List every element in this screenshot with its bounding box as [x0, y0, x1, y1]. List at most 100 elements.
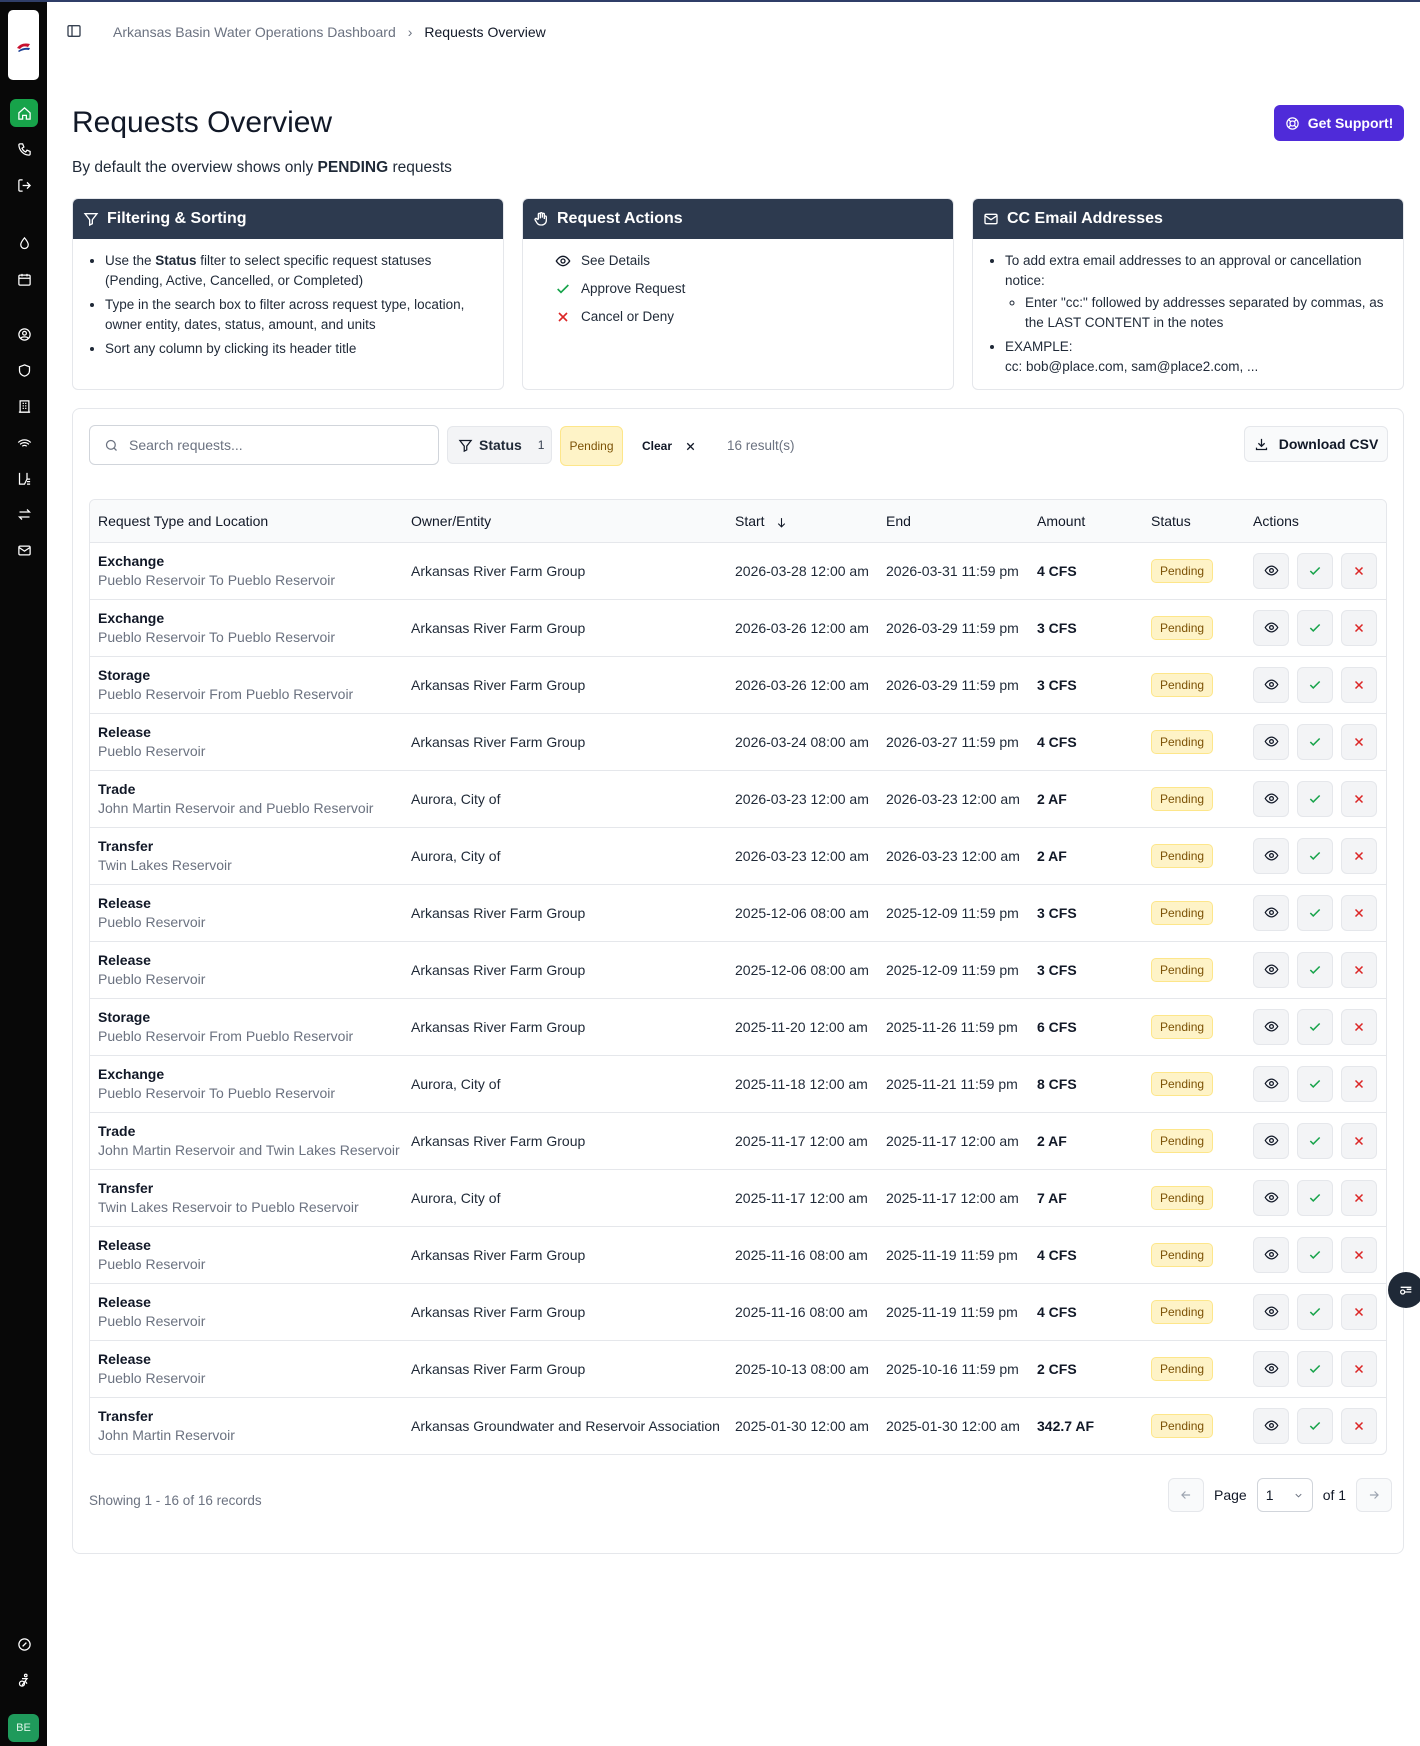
- see-details-button[interactable]: [1253, 1407, 1289, 1444]
- column-header-status[interactable]: Status: [1143, 500, 1245, 543]
- calendar-icon[interactable]: [10, 265, 38, 293]
- approve-button[interactable]: [1297, 1122, 1333, 1159]
- table-row: Exchange Pueblo Reservoir To Pueblo Reser…: [90, 1055, 1386, 1112]
- column-header-owner[interactable]: Owner/Entity: [403, 500, 727, 543]
- cell-end: 2025-10-16 11:59 pm: [886, 1360, 1019, 1377]
- approve-button[interactable]: [1297, 552, 1333, 589]
- floating-menu-button[interactable]: [1388, 1272, 1420, 1308]
- previous-page-button[interactable]: [1168, 1478, 1204, 1512]
- accessibility-icon[interactable]: [10, 1666, 38, 1694]
- signal-icon[interactable]: [10, 428, 38, 456]
- approve-button[interactable]: [1297, 951, 1333, 988]
- x-icon: [1352, 1362, 1366, 1376]
- approve-button[interactable]: [1297, 1293, 1333, 1330]
- clear-filters-button[interactable]: Clear: [642, 426, 697, 466]
- see-details-button[interactable]: [1253, 894, 1289, 931]
- see-details-button[interactable]: [1253, 1293, 1289, 1330]
- deny-button[interactable]: [1341, 894, 1377, 931]
- deny-button[interactable]: [1341, 666, 1377, 703]
- deny-button[interactable]: [1341, 1065, 1377, 1102]
- see-details-button[interactable]: [1253, 552, 1289, 589]
- transfer-arrows-icon[interactable]: [10, 500, 38, 528]
- deny-button[interactable]: [1341, 837, 1377, 874]
- deny-button[interactable]: [1341, 1236, 1377, 1273]
- see-details-button[interactable]: [1253, 666, 1289, 703]
- next-page-button[interactable]: [1356, 1478, 1393, 1512]
- see-details-button[interactable]: [1253, 1236, 1289, 1273]
- sidebar-toggle-icon[interactable]: [66, 23, 82, 39]
- approve-button[interactable]: [1297, 666, 1333, 703]
- status-filter-count: 1: [537, 438, 545, 452]
- approve-button[interactable]: [1297, 1065, 1333, 1102]
- download-csv-button[interactable]: Download CSV: [1244, 426, 1388, 462]
- deny-button[interactable]: [1341, 1350, 1377, 1387]
- x-icon: [1352, 564, 1366, 578]
- see-details-button[interactable]: [1253, 951, 1289, 988]
- cell-status: Pending: [1143, 1169, 1245, 1226]
- breadcrumb-parent-link[interactable]: Arkansas Basin Water Operations Dashboar…: [113, 24, 396, 40]
- cell-start: 2026-03-26 12:00 am: [735, 676, 869, 693]
- column-header-amount[interactable]: Amount: [1029, 500, 1143, 543]
- pending-filter-chip[interactable]: Pending: [560, 426, 623, 466]
- see-details-button[interactable]: [1253, 1008, 1289, 1045]
- deny-button[interactable]: [1341, 1179, 1377, 1216]
- shield-icon[interactable]: [10, 356, 38, 384]
- request-location: Pueblo Reservoir To Pueblo Reservoir: [98, 629, 336, 645]
- user-circle-icon[interactable]: [10, 320, 38, 348]
- see-details-button[interactable]: [1253, 1179, 1289, 1216]
- see-details-button[interactable]: [1253, 1350, 1289, 1387]
- user-avatar[interactable]: BE: [8, 1714, 39, 1742]
- approve-button[interactable]: [1297, 894, 1333, 931]
- phone-icon[interactable]: [10, 135, 38, 163]
- column-header-start[interactable]: Start: [727, 500, 878, 543]
- status-badge: Pending: [1151, 1299, 1214, 1324]
- deny-button[interactable]: [1341, 1293, 1377, 1330]
- deny-button[interactable]: [1341, 780, 1377, 817]
- cell-owner: Arkansas River Farm Group: [411, 1246, 586, 1263]
- mail-icon[interactable]: [10, 536, 38, 564]
- approve-button[interactable]: [1297, 1236, 1333, 1273]
- approve-button[interactable]: [1297, 1350, 1333, 1387]
- see-details-button[interactable]: [1253, 1065, 1289, 1102]
- approve-button[interactable]: [1297, 1008, 1333, 1045]
- request-type: Storage: [98, 667, 151, 683]
- approve-button[interactable]: [1297, 609, 1333, 646]
- column-header-type[interactable]: Request Type and Location: [90, 500, 403, 543]
- help-circle-icon[interactable]: [10, 1630, 38, 1658]
- see-details-button[interactable]: [1253, 723, 1289, 760]
- see-details-button[interactable]: [1253, 609, 1289, 646]
- status-filter-button[interactable]: Status 1: [447, 426, 552, 464]
- approve-button[interactable]: [1297, 837, 1333, 874]
- building-icon[interactable]: [10, 392, 38, 420]
- deny-button[interactable]: [1341, 1122, 1377, 1159]
- deny-button[interactable]: [1341, 1407, 1377, 1444]
- approve-button[interactable]: [1297, 780, 1333, 817]
- approve-button[interactable]: [1297, 1407, 1333, 1444]
- deny-button[interactable]: [1341, 723, 1377, 760]
- check-icon: [1308, 1191, 1322, 1205]
- deny-button[interactable]: [1341, 1008, 1377, 1045]
- card-title: Filtering & Sorting: [107, 210, 247, 227]
- approve-button[interactable]: [1297, 1179, 1333, 1216]
- see-details-button[interactable]: [1253, 780, 1289, 817]
- cell-status: Pending: [1143, 1397, 1245, 1454]
- search-input[interactable]: [129, 437, 419, 453]
- get-support-button[interactable]: Get Support!: [1274, 105, 1404, 141]
- page-select[interactable]: 1: [1256, 1478, 1313, 1512]
- requests-table: Request Type and Location Owner/Entity S…: [90, 500, 1386, 1454]
- water-drop-icon[interactable]: [10, 229, 38, 257]
- deny-button[interactable]: [1341, 552, 1377, 589]
- home-icon[interactable]: [10, 99, 38, 127]
- dam-icon[interactable]: [10, 464, 38, 492]
- see-details-button[interactable]: [1253, 837, 1289, 874]
- clear-label: Clear: [642, 439, 673, 453]
- deny-button[interactable]: [1341, 609, 1377, 646]
- request-type: Release: [98, 1294, 151, 1310]
- app-logo[interactable]: [8, 10, 39, 80]
- see-details-button[interactable]: [1253, 1122, 1289, 1159]
- deny-button[interactable]: [1341, 951, 1377, 988]
- cell-amount: 7 AF: [1037, 1189, 1067, 1206]
- column-header-end[interactable]: End: [878, 500, 1029, 543]
- approve-button[interactable]: [1297, 723, 1333, 760]
- logout-icon[interactable]: [10, 171, 38, 199]
